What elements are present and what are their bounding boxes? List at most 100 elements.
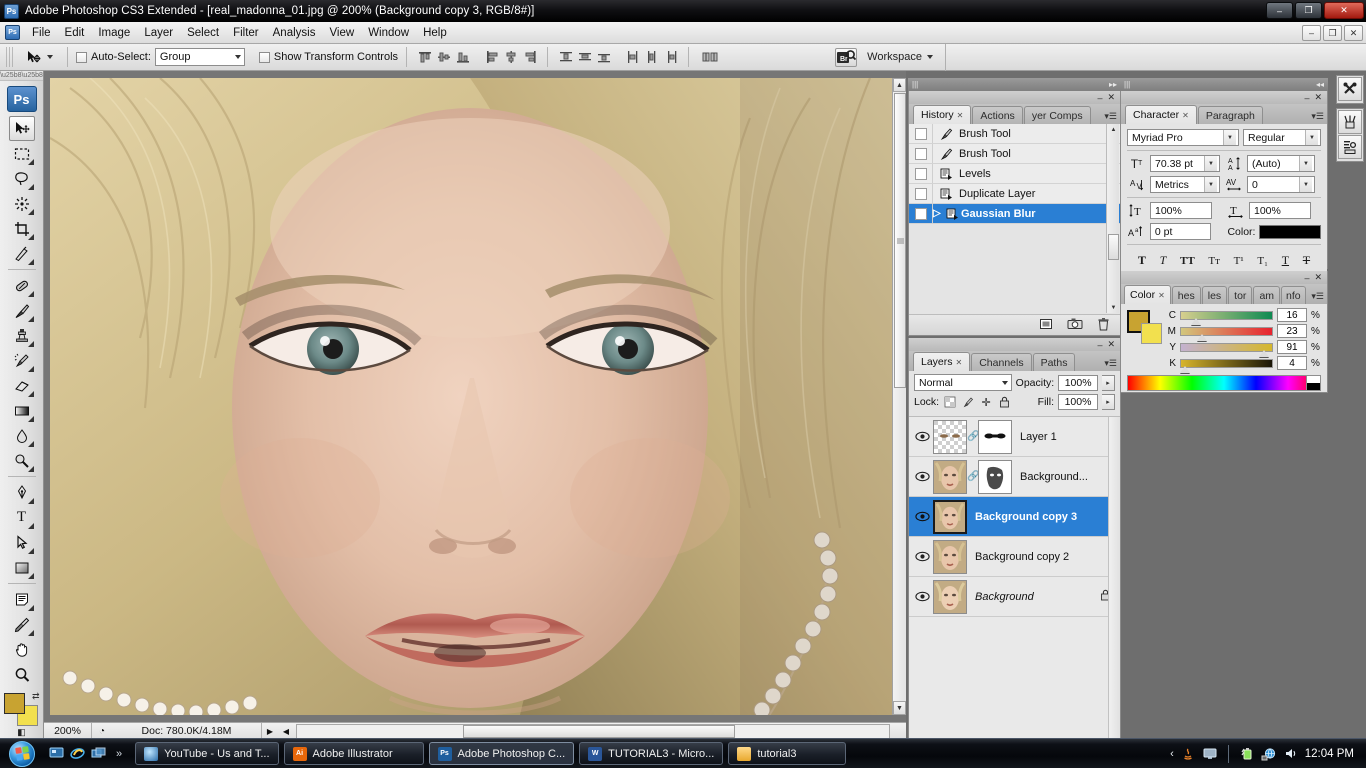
small-caps-button[interactable]: Tт	[1208, 255, 1220, 267]
image-canvas[interactable]	[50, 78, 892, 715]
history-source-box[interactable]	[909, 184, 933, 203]
kerning-field[interactable]: Metrics ▼	[1150, 176, 1220, 193]
color-panel-menu-icon[interactable]: ▾☰	[1311, 291, 1324, 302]
layer-name[interactable]: Layer 1	[1020, 431, 1057, 443]
align-top-edges-button[interactable]	[415, 47, 434, 67]
menu-select[interactable]: Select	[180, 25, 226, 41]
history-row-selected[interactable]: ▷ Gaussian Blur	[909, 204, 1120, 224]
new-snapshot-icon[interactable]	[1067, 317, 1083, 333]
battery-icon[interactable]	[1239, 746, 1255, 762]
distribute-left-edges-button[interactable]	[623, 47, 642, 67]
layer-visibility-icon[interactable]	[911, 511, 933, 522]
yellow-value[interactable]: 91	[1277, 340, 1307, 354]
layer-visibility-icon[interactable]	[911, 591, 933, 602]
layers-panel-menu-icon[interactable]: ▾☰	[1104, 358, 1117, 369]
tool-clone-stamp[interactable]	[9, 323, 35, 348]
tab-color[interactable]: Color ✕	[1124, 285, 1171, 304]
layer-thumbnail[interactable]	[933, 459, 967, 494]
underline-button[interactable]: T	[1282, 253, 1289, 268]
tab-styles[interactable]: les	[1201, 286, 1228, 304]
tool-rectangle[interactable]	[9, 555, 35, 580]
status-menu-arrow-icon[interactable]: ▶	[262, 727, 278, 736]
tool-pen[interactable]	[9, 480, 35, 505]
history-row[interactable]: Brush Tool	[909, 124, 1120, 144]
yellow-slider-track[interactable]	[1180, 342, 1273, 357]
menu-window[interactable]: Window	[361, 25, 416, 41]
start-button[interactable]	[2, 740, 42, 768]
tool-eyedropper[interactable]	[9, 612, 35, 637]
scroll-up-arrow-icon[interactable]: ▲	[893, 78, 906, 92]
tool-presets-icon[interactable]	[1338, 77, 1362, 101]
internet-explorer-icon[interactable]	[69, 745, 86, 762]
auto-align-layers-button[interactable]	[697, 47, 723, 67]
scroll-left-arrow-icon[interactable]: ◀	[278, 727, 294, 736]
taskbar-item-youtube[interactable]: YouTube - Us and T...	[135, 742, 279, 765]
layer-name[interactable]: Background	[975, 591, 1034, 603]
lock-transparent-pixels-icon[interactable]	[943, 395, 957, 409]
tool-blur[interactable]	[9, 423, 35, 448]
canvas-vertical-scrollbar[interactable]: ▲ ▼	[892, 78, 906, 715]
java-icon[interactable]	[1180, 746, 1196, 762]
history-source-box[interactable]	[909, 144, 933, 163]
distribute-horizontal-centers-button[interactable]	[642, 47, 661, 67]
layer-row[interactable]: 🔗 Background...	[909, 457, 1120, 497]
history-close-icon[interactable]: ✕	[1107, 92, 1115, 103]
all-caps-button[interactable]: TT	[1180, 255, 1195, 267]
layer-thumbnail[interactable]	[933, 419, 967, 454]
baseline-shift-field[interactable]: 0 pt	[1149, 223, 1212, 240]
layer-mask-thumbnail[interactable]	[978, 419, 1012, 454]
strikethrough-button[interactable]: T	[1303, 253, 1310, 268]
layer-row[interactable]: Background	[909, 577, 1120, 617]
menu-view[interactable]: View	[322, 25, 361, 41]
history-row[interactable]: Levels	[909, 164, 1120, 184]
tool-rectangular-marquee[interactable]	[9, 141, 35, 166]
history-scroll-down-icon[interactable]: ▼	[1108, 302, 1119, 313]
layer-thumbnail[interactable]	[933, 539, 967, 574]
align-right-edges-button[interactable]	[520, 47, 539, 67]
doc-minimize-button[interactable]: –	[1302, 25, 1321, 41]
tool-brush[interactable]	[9, 298, 35, 323]
history-panel-menu-icon[interactable]: ▾☰	[1104, 111, 1117, 122]
layer-visibility-icon[interactable]	[911, 471, 933, 482]
layer-thumbnail[interactable]	[933, 499, 967, 534]
cyan-slider-track[interactable]	[1180, 310, 1273, 325]
color-minimize-icon[interactable]: –	[1304, 273, 1309, 283]
layer-row[interactable]: Background copy 2	[909, 537, 1120, 577]
taskbar-item-photoshop[interactable]: Ps Adobe Photoshop C...	[428, 742, 575, 765]
tool-preset-picker[interactable]	[20, 47, 59, 67]
fill-field[interactable]: 100%	[1058, 394, 1098, 410]
link-icon[interactable]: 🔗	[967, 431, 979, 442]
close-button[interactable]: ✕	[1324, 2, 1364, 19]
white-black-swatches[interactable]	[1306, 376, 1320, 390]
history-source-box[interactable]	[909, 124, 933, 143]
collapse-dock-icon[interactable]: ◂◂	[1316, 80, 1324, 89]
character-panel-menu-icon[interactable]: ▾☰	[1311, 111, 1324, 122]
tool-magic-wand[interactable]	[9, 191, 35, 216]
opacity-slider-arrow-icon[interactable]: ▸	[1102, 374, 1115, 391]
toolbox-grip[interactable]: \u25b8\u25b8	[0, 71, 43, 81]
tab-history[interactable]: History ✕	[913, 105, 972, 124]
tool-notes[interactable]	[9, 587, 35, 612]
align-bottom-edges-button[interactable]	[453, 47, 472, 67]
superscript-button[interactable]: T¹	[1234, 255, 1244, 267]
auto-select-dropdown[interactable]: Group	[154, 48, 245, 66]
tab-swatches[interactable]: hes	[1171, 286, 1201, 304]
taskbar-item-illustrator[interactable]: Ai Adobe Illustrator	[283, 742, 424, 765]
layer-visibility-icon[interactable]	[911, 431, 933, 442]
color-close-icon[interactable]: ✕	[1314, 272, 1322, 283]
black-value[interactable]: 4	[1277, 356, 1307, 370]
doc-restore-button[interactable]: ❐	[1323, 25, 1342, 41]
brushes-icon[interactable]	[1338, 110, 1362, 134]
faux-italic-button[interactable]: T	[1160, 253, 1167, 268]
menu-image[interactable]: Image	[91, 25, 137, 41]
dock-collapse-bar[interactable]: ||| ▸▸	[908, 78, 1121, 91]
new-document-from-state-icon[interactable]	[1039, 317, 1053, 334]
canvas-horizontal-scrollbar[interactable]	[296, 723, 890, 739]
doc-close-button[interactable]: ✕	[1344, 25, 1363, 41]
distribute-vertical-centers-button[interactable]	[575, 47, 594, 67]
foreground-color-swatch[interactable]	[3, 693, 25, 714]
history-row[interactable]: Duplicate Layer	[909, 184, 1120, 204]
layer-name[interactable]: Background...	[1020, 471, 1088, 483]
menu-edit[interactable]: Edit	[58, 25, 92, 41]
tool-history-brush[interactable]	[9, 348, 35, 373]
